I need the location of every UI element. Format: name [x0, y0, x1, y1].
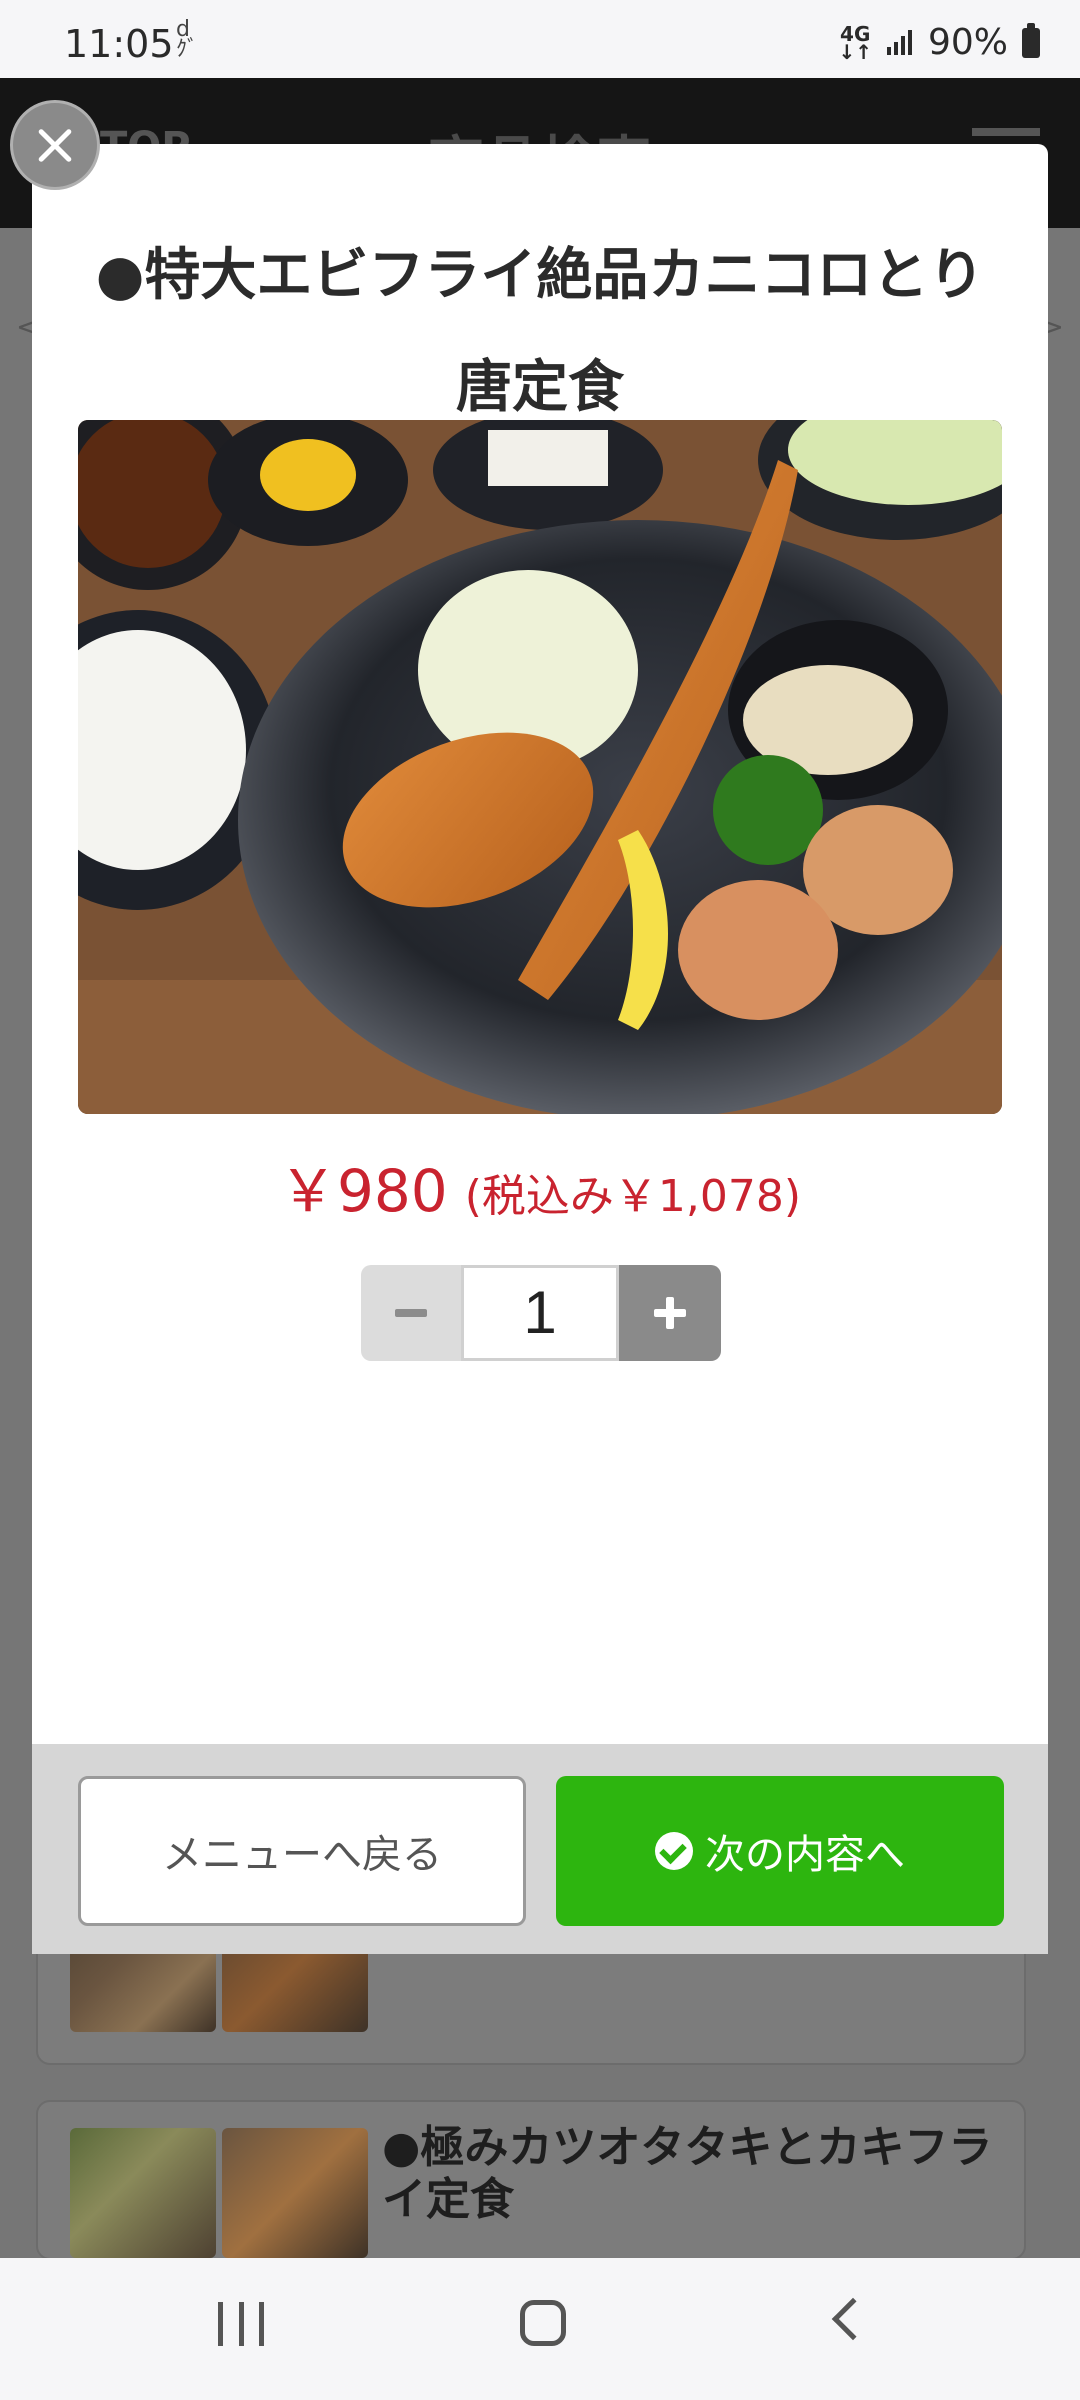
battery-icon: [1022, 22, 1040, 58]
decrement-button[interactable]: [361, 1265, 461, 1361]
increment-button[interactable]: [619, 1265, 721, 1361]
battery-percent: 90%: [927, 22, 1008, 63]
price-with-tax: (税込み￥1,078): [464, 1171, 802, 1222]
status-bar: 11:05 d ｸﾞ 4G ↓↑ 90%: [0, 0, 1080, 78]
bg-item-name: ●極みカツオタタキとカキフライ定食: [382, 2122, 993, 2225]
docomo-icon: d ｸﾞ: [176, 17, 199, 62]
signal-icon: [886, 29, 912, 55]
recent-apps-button[interactable]: [218, 2302, 264, 2346]
product-image: [78, 420, 1002, 1114]
price-value: ￥980: [278, 1157, 448, 1225]
bg-thumb-image: [70, 2128, 216, 2258]
bg-thumb-image: [222, 2128, 368, 2258]
product-title: ●特大エビフライ絶品カニコロとり唐定食: [95, 243, 985, 420]
next-button-label: 次の内容へ: [705, 1832, 905, 1878]
price-row: ￥980 (税込み￥1,078): [32, 1144, 1048, 1228]
quantity-stepper: 1: [361, 1265, 721, 1361]
product-modal: ●特大エビフライ絶品カニコロとり唐定食 ￥980 (税込み￥1,078) 1 メ…: [32, 144, 1048, 1954]
bg-menu-card: ●極みカツオタタキとカキフライ定食: [36, 2100, 1026, 2260]
close-modal-button[interactable]: [10, 100, 100, 190]
system-nav-bar: [0, 2258, 1080, 2400]
next-button[interactable]: 次の内容へ: [556, 1776, 1004, 1926]
back-to-menu-label: メニューへ戻る: [162, 1832, 442, 1878]
status-right: 4G ↓↑ 90%: [838, 22, 1040, 63]
back-button[interactable]: [831, 2297, 875, 2341]
modal-footer: メニューへ戻る 次の内容へ: [32, 1744, 1048, 1954]
back-to-menu-button[interactable]: メニューへ戻る: [78, 1776, 526, 1926]
quantity-input[interactable]: 1: [461, 1265, 619, 1361]
minus-icon: [395, 1309, 427, 1317]
status-time: 11:05: [64, 22, 174, 66]
check-circle-icon: [655, 1832, 693, 1870]
network-4g-icon: 4G ↓↑: [838, 21, 872, 64]
home-button[interactable]: [520, 2300, 566, 2346]
